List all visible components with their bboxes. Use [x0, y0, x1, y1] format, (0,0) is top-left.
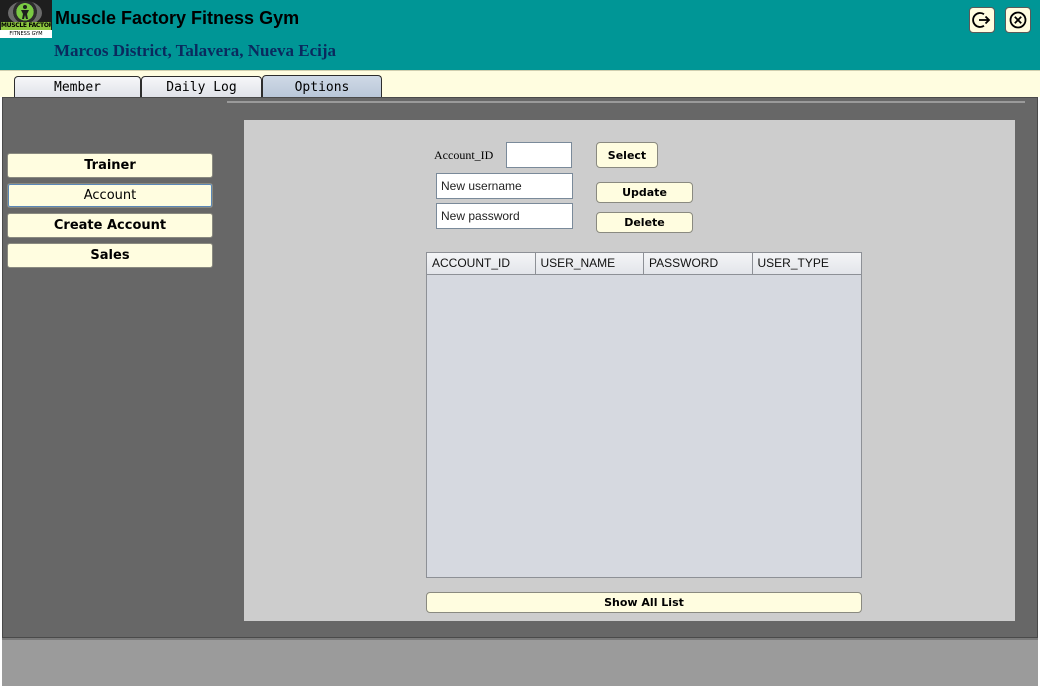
delete-button[interactable]: Delete — [596, 212, 693, 233]
account-id-label: Account_ID — [434, 148, 494, 162]
update-button[interactable]: Update — [596, 182, 693, 203]
logo-sub-text: FITNESS GYM — [0, 30, 52, 38]
show-all-list-button[interactable]: Show All List — [426, 592, 862, 613]
column-header-account-id[interactable]: ACCOUNT_ID — [427, 253, 536, 275]
account-content-panel: Account_ID Select Update Delete ACCOUNT_… — [244, 120, 1015, 621]
tab-member[interactable]: Member — [14, 76, 141, 98]
password-field[interactable] — [436, 203, 573, 229]
gym-logo: MUSCLE FACTORY FITNESS GYM — [0, 0, 52, 38]
status-bar — [2, 638, 1038, 686]
app-title: Muscle Factory Fitness Gym — [55, 8, 300, 28]
column-header-password[interactable]: PASSWORD — [644, 253, 753, 275]
tab-bar: Member Daily Log Options — [0, 70, 1040, 98]
app-address: Marcos District, Talavera, Nueva Ecija — [54, 41, 337, 60]
column-header-user-name[interactable]: USER_NAME — [536, 253, 644, 275]
column-header-user-type[interactable]: USER_TYPE — [753, 253, 862, 275]
username-field[interactable] — [436, 173, 573, 199]
sidebar-item-trainer[interactable]: Trainer — [7, 153, 213, 178]
sidebar-item-create-account[interactable]: Create Account — [7, 213, 213, 238]
options-panel: Trainer Account Create Account Sales Acc… — [2, 97, 1038, 638]
app-header: MUSCLE FACTORY FITNESS GYM Muscle Factor… — [0, 0, 1040, 70]
sidebar-item-account[interactable]: Account — [7, 183, 213, 208]
close-icon — [1009, 11, 1027, 29]
logout-button[interactable] — [969, 7, 995, 33]
logo-figure-icon — [21, 5, 29, 19]
close-button[interactable] — [1005, 7, 1031, 33]
table-header: ACCOUNT_ID USER_NAME PASSWORD USER_TYPE — [427, 253, 861, 275]
tab-daily-log[interactable]: Daily Log — [141, 76, 262, 98]
logout-icon — [972, 12, 991, 28]
accounts-table[interactable]: ACCOUNT_ID USER_NAME PASSWORD USER_TYPE — [426, 252, 862, 578]
divider — [227, 101, 1025, 103]
account-id-field[interactable] — [506, 142, 572, 168]
tab-options[interactable]: Options — [262, 75, 382, 98]
logo-brand-text: MUSCLE FACTORY — [1, 22, 51, 30]
select-button[interactable]: Select — [596, 142, 658, 168]
sidebar-item-sales[interactable]: Sales — [7, 243, 213, 268]
